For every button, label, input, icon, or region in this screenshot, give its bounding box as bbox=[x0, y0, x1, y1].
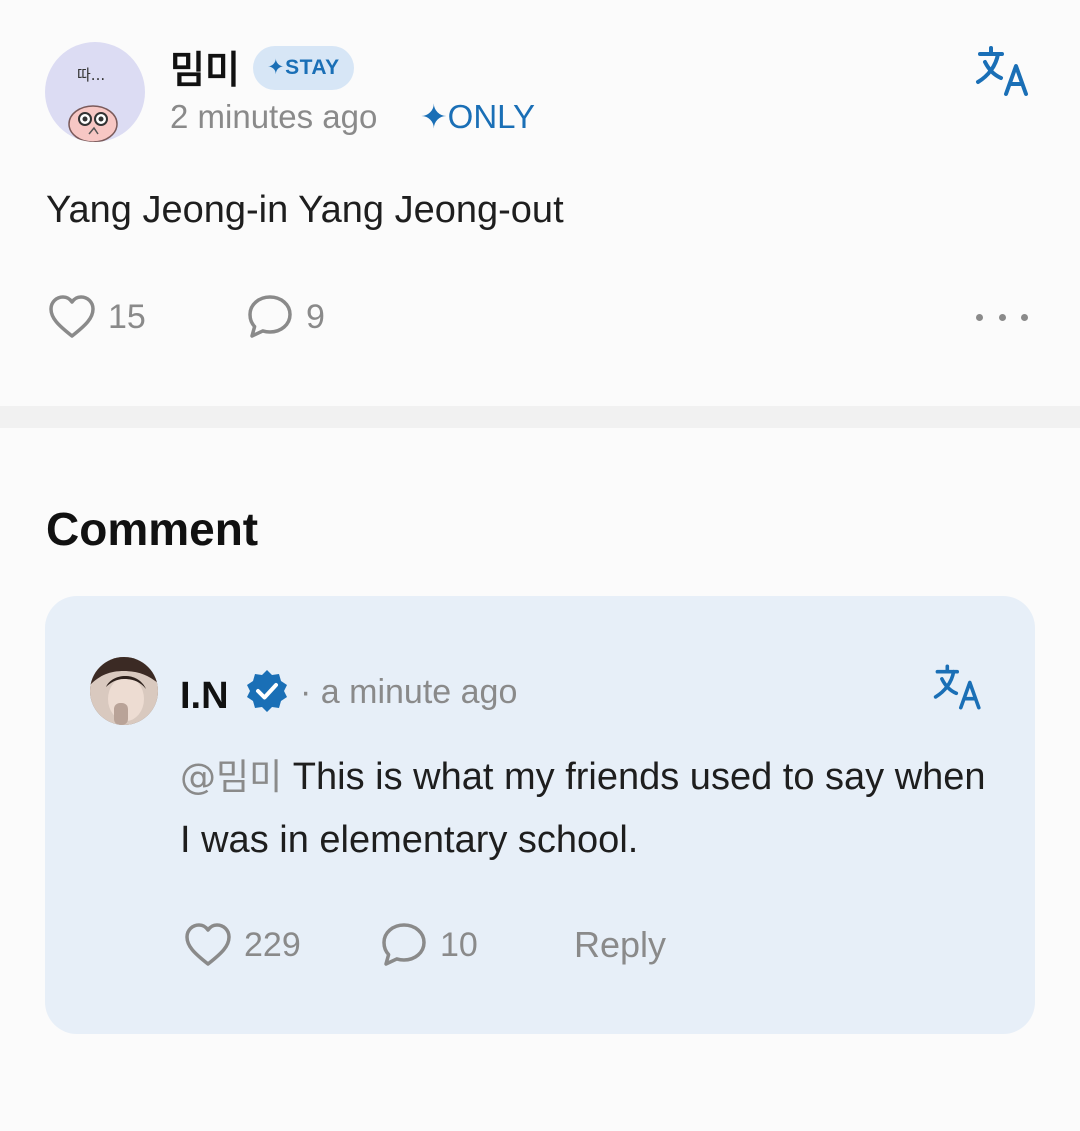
post-timestamp: 2 minutes ago bbox=[170, 98, 378, 135]
verified-badge-icon bbox=[247, 670, 287, 712]
translate-icon bbox=[933, 664, 981, 710]
section-divider bbox=[0, 406, 1080, 428]
comment-reply-count-button[interactable]: 10 bbox=[380, 922, 478, 968]
verified-badge bbox=[244, 668, 290, 714]
heart-icon bbox=[185, 923, 231, 966]
more-icon bbox=[976, 313, 983, 321]
post-detail-screen: 따... 밈미 ✦STAY 2 minutes ago ✦ONLY Yang J… bbox=[0, 0, 1080, 1131]
heart-icon bbox=[49, 295, 95, 338]
comment-bubble-icon bbox=[248, 295, 292, 338]
post-author-name[interactable]: 밈미 bbox=[170, 46, 240, 94]
comment-bubble-icon bbox=[382, 923, 426, 966]
profile-photo bbox=[90, 657, 158, 725]
post-like-button[interactable]: 15 bbox=[48, 294, 146, 340]
reply-button[interactable]: Reply bbox=[574, 922, 666, 968]
comment-author-avatar[interactable] bbox=[90, 657, 158, 725]
post-translate-button[interactable] bbox=[974, 44, 1034, 98]
translate-icon bbox=[976, 46, 1028, 96]
comment-translate-button[interactable] bbox=[932, 662, 986, 712]
comment-like-count: 229 bbox=[244, 925, 301, 964]
more-options-button[interactable] bbox=[976, 304, 1028, 330]
post-author-avatar[interactable]: 따... bbox=[45, 42, 145, 142]
user-mention[interactable]: @밈미 bbox=[180, 757, 282, 798]
post-body-text: Yang Jeong-in Yang Jeong-out bbox=[46, 189, 564, 231]
post-like-count: 15 bbox=[108, 297, 146, 336]
only-tag: ✦ONLY bbox=[420, 98, 536, 135]
post-comment-count: 9 bbox=[306, 297, 325, 336]
comment-body: @밈미 This is what my friends used to say … bbox=[180, 746, 1000, 871]
comment-timestamp: · a minute ago bbox=[300, 673, 518, 711]
stay-badge: ✦STAY bbox=[253, 46, 354, 90]
peach-character-icon bbox=[68, 105, 118, 142]
comment-text: This is what my friends used to say when… bbox=[180, 756, 986, 861]
comment-reply-count: 10 bbox=[440, 925, 478, 964]
comment-like-button[interactable]: 229 bbox=[184, 922, 301, 968]
post-comment-button[interactable]: 9 bbox=[246, 294, 325, 340]
comment-author-name[interactable]: I.N bbox=[180, 673, 229, 719]
comment-section-title: Comment bbox=[46, 503, 259, 555]
